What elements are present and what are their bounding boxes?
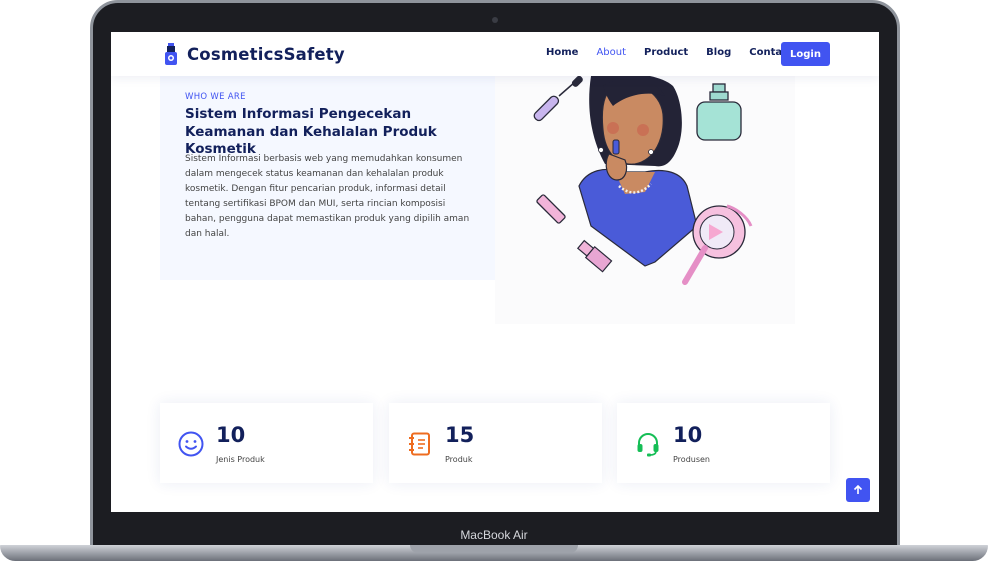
arrow-up-icon xyxy=(853,485,863,494)
nav-home[interactable]: Home xyxy=(546,47,578,58)
stat-value: 10 xyxy=(216,423,246,447)
nav-about[interactable]: About xyxy=(596,47,626,58)
about-description: Sistem Informasi berbasis web yang memud… xyxy=(185,154,470,239)
cosmetics-illustration xyxy=(495,76,795,324)
stat-card-jenis-produk: 10 Jenis Produk xyxy=(160,403,373,483)
section-eyebrow: WHO WE ARE xyxy=(185,92,246,102)
stat-value: 10 xyxy=(673,423,703,447)
journal-icon xyxy=(409,432,430,456)
camera-icon xyxy=(492,17,498,23)
stat-value: 15 xyxy=(445,423,475,447)
headset-icon xyxy=(637,433,659,457)
laptop-notch xyxy=(410,545,578,553)
nav-menu: Home About Product Blog Contact xyxy=(546,47,811,58)
back-to-top-button[interactable] xyxy=(846,478,870,502)
stat-card-produsen: 10 Produsen xyxy=(617,403,830,483)
about-title: Sistem Informasi Pengecekan Keamanan dan… xyxy=(185,106,437,157)
brand-name: CosmeticsSafety xyxy=(187,44,345,64)
cosmetic-bottle-icon xyxy=(165,43,177,65)
login-button[interactable]: Login xyxy=(781,42,830,66)
brand-logo[interactable]: CosmeticsSafety xyxy=(163,42,345,66)
nav-product[interactable]: Product xyxy=(644,47,688,58)
browser-viewport: CosmeticsSafety Home About Product Blog … xyxy=(111,32,879,512)
stat-card-produk: 15 Produk xyxy=(389,403,602,483)
navbar: CosmeticsSafety Home About Product Blog … xyxy=(111,32,879,76)
nav-blog[interactable]: Blog xyxy=(706,47,731,58)
stat-label: Produsen xyxy=(673,455,710,464)
stat-label: Jenis Produk xyxy=(216,455,265,464)
smile-icon xyxy=(178,431,204,457)
stat-label: Produk xyxy=(445,455,473,464)
device-label: MacBook Air xyxy=(460,528,528,542)
about-section: WHO WE ARE Sistem Informasi Pengecekan K… xyxy=(160,76,495,280)
